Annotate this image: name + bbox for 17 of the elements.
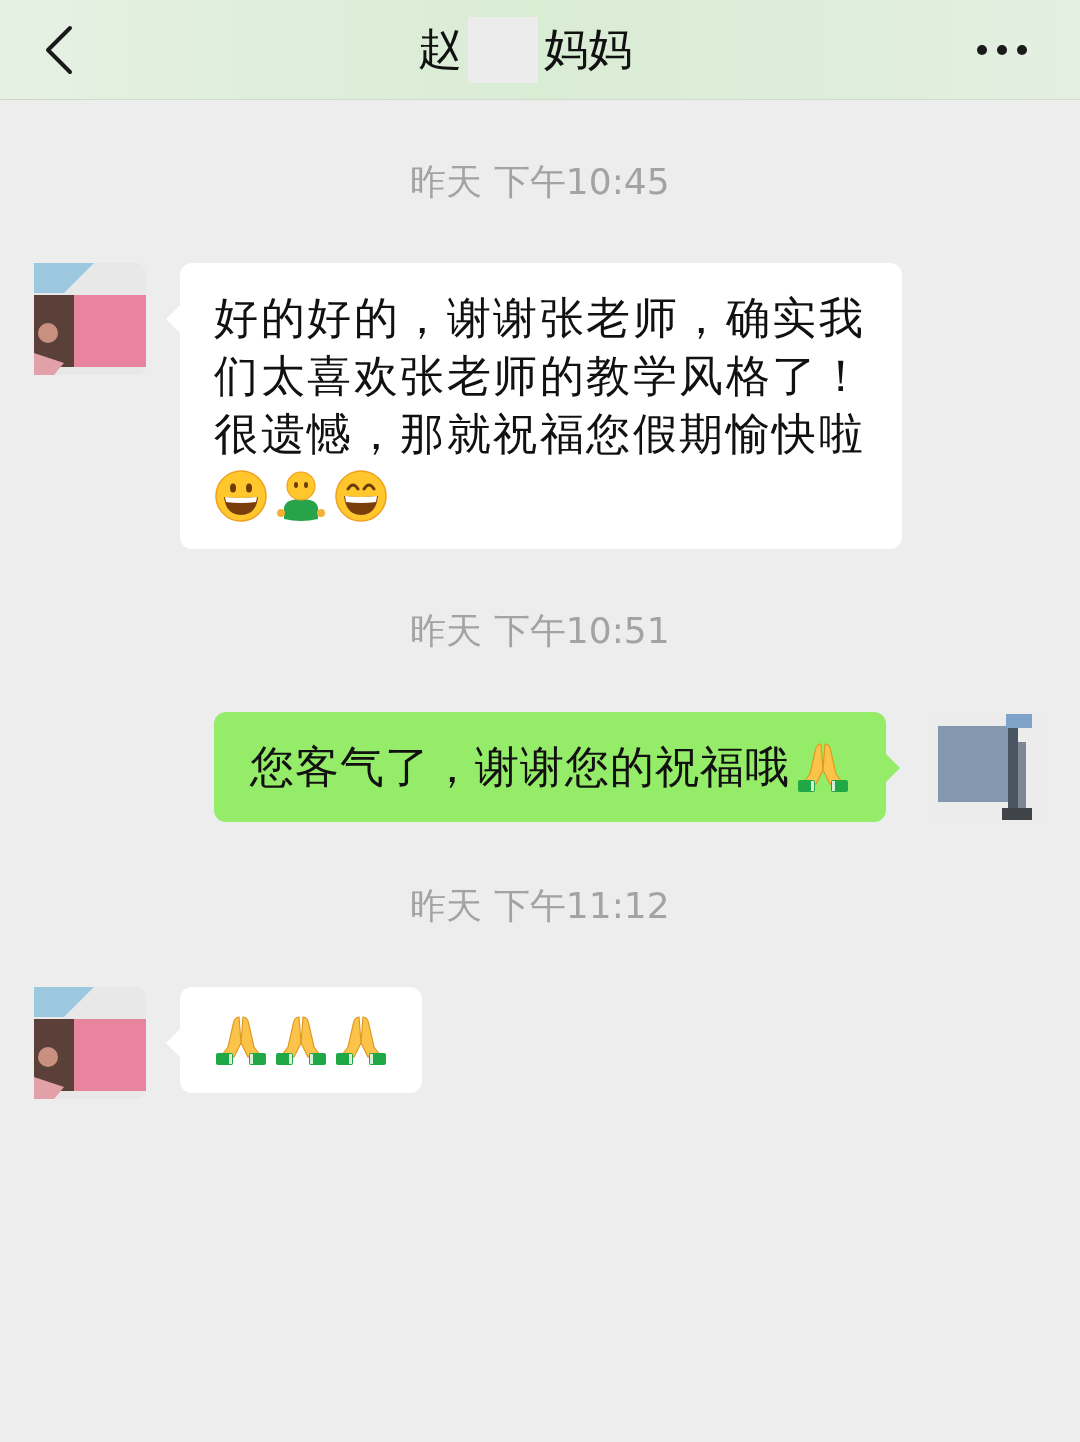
praying-hands-icon: [334, 1013, 388, 1067]
timestamp: 昨天 下午11:12: [410, 884, 670, 928]
smiley-face-icon: [334, 469, 388, 523]
timestamp: 昨天 下午10:51: [410, 609, 670, 653]
more-icon[interactable]: [976, 43, 1028, 56]
praying-hands-icon: [214, 1013, 268, 1067]
praying-hands-icon: [796, 740, 850, 794]
message-text: 好的好的，谢谢张老师，确实我们太喜欢张老师的教学风格了！很遗憾，那就祝福您假期愉快啦: [214, 291, 866, 461]
message-text: 您客气了，谢谢您的祝福哦: [250, 740, 790, 794]
contact-name: 赵: [418, 22, 462, 76]
timestamp: 昨天 下午10:45: [410, 160, 670, 204]
contact-name: 妈妈: [544, 22, 632, 76]
praying-hands-icon: [274, 1013, 328, 1067]
back-icon[interactable]: [44, 24, 74, 75]
smiley-face-icon: [214, 469, 268, 523]
redaction-block: [468, 16, 538, 83]
person-icon: [274, 469, 328, 523]
